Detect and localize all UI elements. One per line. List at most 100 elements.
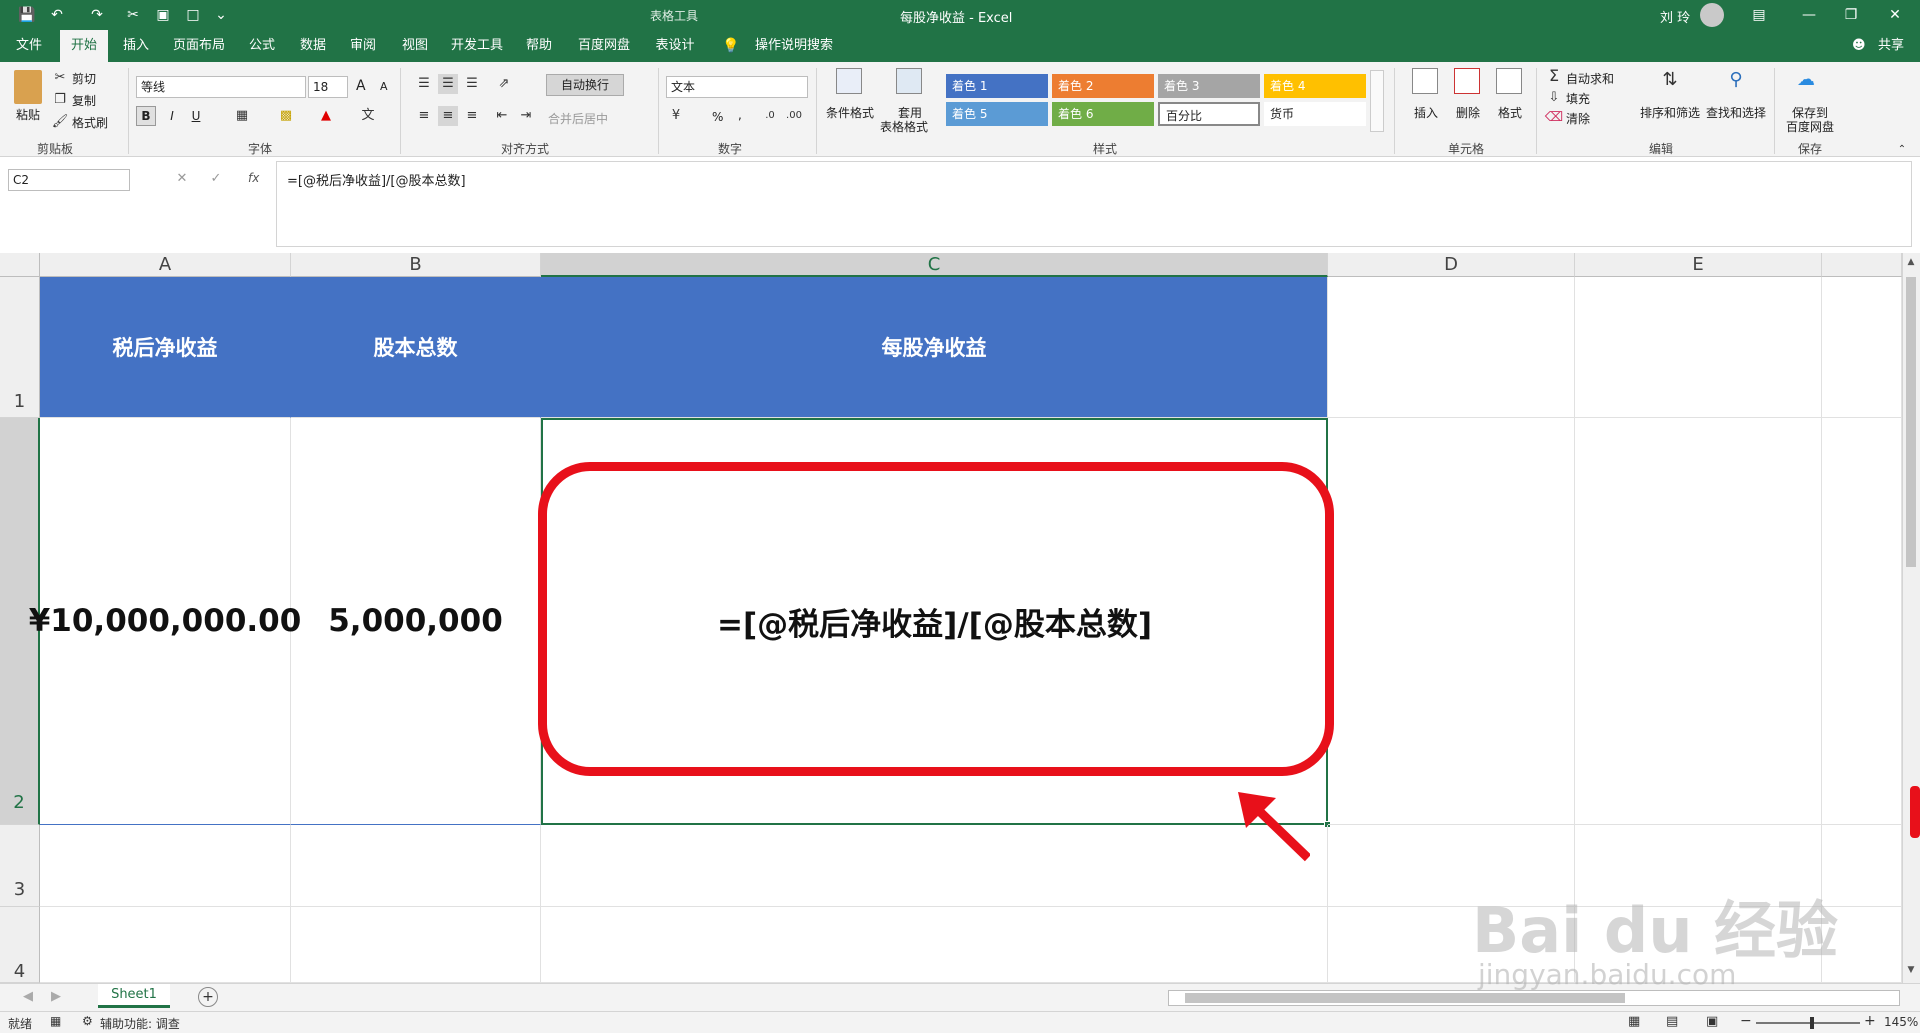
phonetic-icon[interactable]: 文: [358, 106, 378, 126]
insert-function-button[interactable]: fx: [248, 171, 259, 185]
customize-quick-access-icon[interactable]: ⌄: [212, 6, 230, 24]
redo-icon[interactable]: ↷: [88, 6, 106, 24]
page-layout-view-icon[interactable]: ▤: [1666, 1014, 1678, 1029]
cut-quick-icon[interactable]: ✂: [124, 6, 142, 24]
row-header-1[interactable]: 1: [0, 277, 40, 418]
column-header-a[interactable]: A: [40, 253, 291, 277]
border-icon[interactable]: ▦: [232, 106, 252, 126]
paste-button[interactable]: 粘贴: [16, 106, 40, 123]
insert-cells-button[interactable]: 插入: [1414, 104, 1438, 121]
tell-me-search[interactable]: 操作说明搜索: [744, 30, 844, 62]
column-header-c[interactable]: C: [541, 253, 1328, 277]
vertical-scrollbar[interactable]: ▲ ▼: [1902, 253, 1920, 983]
cell-e1[interactable]: [1575, 277, 1822, 418]
sheet-next-icon[interactable]: ▶: [46, 987, 66, 1007]
cell-a2[interactable]: ¥10,000,000.00: [29, 418, 301, 825]
cell-a3[interactable]: [40, 825, 291, 907]
cell-c3[interactable]: [541, 825, 1328, 907]
currency-icon[interactable]: ¥: [666, 106, 686, 126]
number-format-select[interactable]: 文本: [666, 76, 808, 98]
comma-button[interactable]: ,: [738, 108, 742, 122]
fill-color-icon[interactable]: ▩: [276, 106, 296, 126]
sort-filter-icon[interactable]: ⇅: [1660, 70, 1680, 90]
increase-indent-icon[interactable]: ⇥: [516, 106, 536, 126]
row-header-4[interactable]: 4: [0, 907, 40, 983]
font-color-icon[interactable]: ▲: [316, 106, 336, 126]
accessibility-icon[interactable]: ⚙: [82, 1014, 93, 1028]
cell-c4[interactable]: [541, 907, 1328, 983]
style-accent-4[interactable]: 着色 4: [1264, 74, 1366, 98]
decrease-decimal-icon[interactable]: .00: [784, 106, 804, 126]
macro-record-icon[interactable]: ▦: [50, 1014, 61, 1028]
style-accent-1[interactable]: 着色 1: [946, 74, 1048, 98]
row-header-3[interactable]: 3: [0, 825, 40, 907]
restore-icon[interactable]: ❐: [1842, 6, 1860, 24]
style-percent[interactable]: 百分比: [1158, 102, 1260, 126]
close-icon[interactable]: ✕: [1886, 6, 1904, 24]
tab-data[interactable]: 数据: [290, 30, 336, 62]
column-header-e[interactable]: E: [1575, 253, 1822, 277]
zoom-level[interactable]: 145%: [1884, 1015, 1918, 1029]
table-format-line2[interactable]: 表格格式: [880, 118, 928, 135]
style-currency[interactable]: 货币: [1264, 102, 1366, 126]
eraser-icon[interactable]: ⌫: [1544, 108, 1564, 128]
autosum-button[interactable]: 自动求和: [1566, 70, 1614, 87]
formula-input[interactable]: =[@税后净收益]/[@股本总数]: [276, 161, 1912, 247]
cancel-icon[interactable]: ✕: [172, 169, 192, 189]
copy-button[interactable]: 复制: [72, 92, 96, 109]
align-bottom-icon[interactable]: ☰: [462, 74, 482, 94]
scroll-down-icon[interactable]: ▼: [1904, 965, 1918, 979]
italic-button[interactable]: I: [162, 106, 182, 126]
tab-insert[interactable]: 插入: [114, 30, 158, 62]
align-right-icon[interactable]: ≡: [462, 106, 482, 126]
cloud-icon[interactable]: ☁: [1796, 70, 1816, 90]
align-center-icon[interactable]: ≡: [438, 106, 458, 126]
fill-button[interactable]: 填充: [1566, 90, 1590, 107]
font-name-select[interactable]: 等线: [136, 76, 306, 98]
save-as-icon[interactable]: ▣: [154, 6, 172, 24]
cut-button[interactable]: 剪切: [72, 70, 96, 87]
new-file-icon[interactable]: □: [184, 6, 202, 24]
percent-button[interactable]: %: [712, 110, 723, 124]
column-header-b[interactable]: B: [291, 253, 541, 277]
find-select-button[interactable]: 查找和选择: [1706, 104, 1766, 121]
cell-a1[interactable]: 税后净收益: [40, 277, 291, 418]
cell-b1[interactable]: 股本总数: [291, 277, 541, 418]
save-baidu-line2[interactable]: 百度网盘: [1786, 118, 1834, 135]
share-button[interactable]: 共享: [1870, 30, 1912, 62]
style-accent-3[interactable]: 着色 3: [1158, 74, 1260, 98]
shrink-font-button[interactable]: A: [380, 80, 388, 93]
tab-page-layout[interactable]: 页面布局: [166, 30, 232, 62]
add-sheet-icon[interactable]: +: [198, 987, 218, 1007]
name-box[interactable]: C2: [8, 169, 130, 191]
find-icon[interactable]: ⚲: [1726, 70, 1746, 90]
style-accent-5[interactable]: 着色 5: [946, 102, 1048, 126]
cell-e2[interactable]: [1575, 418, 1822, 825]
cell-a4[interactable]: [40, 907, 291, 983]
tab-home[interactable]: 开始: [60, 30, 108, 62]
column-header-d[interactable]: D: [1328, 253, 1575, 277]
enter-icon[interactable]: ✓: [206, 169, 226, 189]
cell-b2[interactable]: 5,000,000: [291, 418, 541, 825]
normal-view-icon[interactable]: ▦: [1628, 1014, 1640, 1029]
cell-d2[interactable]: [1328, 418, 1575, 825]
horizontal-scrollbar[interactable]: [1168, 990, 1900, 1006]
copy-icon[interactable]: ❐: [50, 90, 70, 110]
format-cells-button[interactable]: 格式: [1498, 104, 1522, 121]
tab-formulas[interactable]: 公式: [238, 30, 286, 62]
align-top-icon[interactable]: ☰: [414, 74, 434, 94]
sigma-icon[interactable]: Σ: [1544, 66, 1564, 86]
font-size-select[interactable]: 18: [308, 76, 348, 98]
bold-button[interactable]: B: [136, 106, 156, 126]
zoom-slider-thumb[interactable]: [1810, 1017, 1814, 1029]
clear-button[interactable]: 清除: [1566, 110, 1590, 127]
sheet-tab-sheet1[interactable]: Sheet1: [98, 984, 170, 1008]
ribbon-display-icon[interactable]: ▤: [1750, 6, 1768, 24]
tab-review[interactable]: 审阅: [340, 30, 386, 62]
style-accent-2[interactable]: 着色 2: [1052, 74, 1154, 98]
cell-d1[interactable]: [1328, 277, 1575, 418]
vertical-scroll-thumb[interactable]: [1906, 277, 1916, 567]
conditional-format-button[interactable]: 条件格式: [826, 104, 874, 121]
cell-b3[interactable]: [291, 825, 541, 907]
zoom-out-icon[interactable]: −: [1740, 1013, 1752, 1029]
